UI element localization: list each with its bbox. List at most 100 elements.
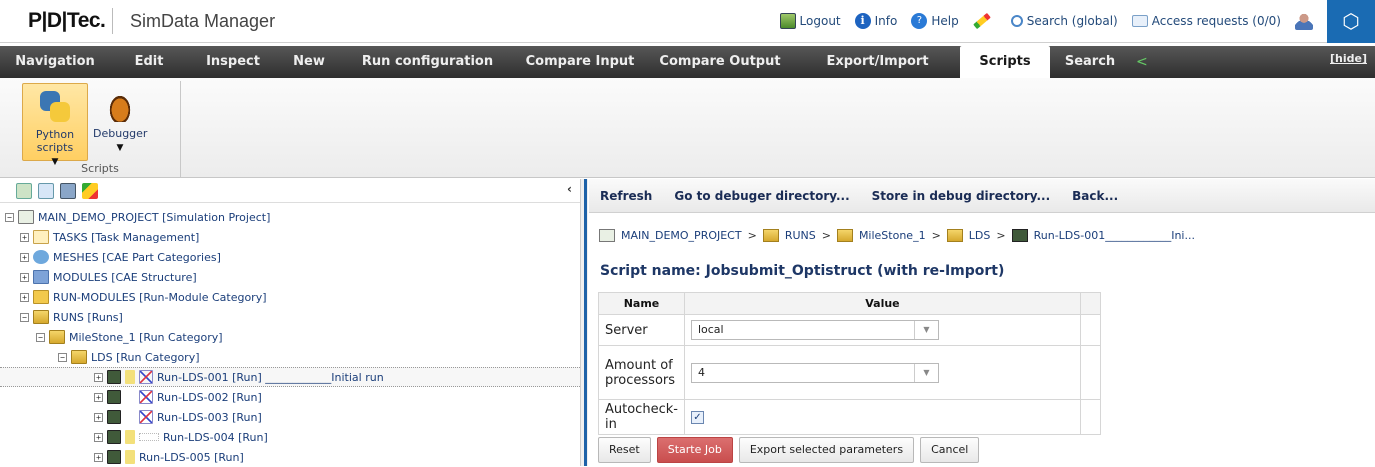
action-buttons: Reset Starte Job Export selected paramet…: [598, 437, 980, 463]
tree-node-selected[interactable]: + Run-LDS-001 [Run] ____________Initial …: [0, 367, 580, 387]
server-select[interactable]: local ▼: [690, 320, 939, 340]
tree-node[interactable]: + Run-LDS-004 [Run]: [0, 427, 580, 447]
panel-splitter[interactable]: [580, 179, 588, 466]
goto-debugger-link[interactable]: Go to debuger directory...: [674, 189, 849, 203]
share-icon[interactable]: <: [1136, 54, 1148, 70]
table-row: Amount of processors 4 ▼: [598, 345, 1101, 400]
cancel-button[interactable]: Cancel: [920, 437, 980, 463]
run-modules-icon: [33, 290, 49, 304]
processors-select[interactable]: 4 ▼: [690, 362, 939, 383]
param-label-processors: Amount of processors: [598, 345, 685, 400]
tree-node-label: Run-LDS-004 [Run]: [163, 430, 268, 444]
breadcrumb-item[interactable]: RUNS: [785, 229, 816, 242]
tree-node[interactable]: + RUN-MODULES [Run-Module Category]: [0, 287, 580, 307]
info-link[interactable]: i Info: [854, 13, 898, 29]
tree-node-label: MileStone_1 [Run Category]: [69, 330, 223, 344]
help-icon: ?: [911, 13, 928, 29]
tree-expander-icon[interactable]: −: [20, 312, 29, 322]
tree-expand-icon[interactable]: [16, 182, 32, 199]
tree-node[interactable]: + TASKS [Task Management]: [0, 227, 580, 247]
tree-expander-icon[interactable]: +: [20, 232, 29, 242]
chevron-down-icon: ▼: [116, 143, 124, 153]
tree-expander-icon[interactable]: −: [5, 212, 14, 222]
breadcrumb-separator: >: [996, 229, 1006, 242]
script-toolbar: Refresh Go to debuger directory... Store…: [589, 179, 1375, 213]
tree-node-label: MODULES [CAE Structure]: [53, 270, 197, 284]
tree-node[interactable]: − RUNS [Runs]: [0, 307, 580, 327]
runs-folder-icon: [33, 310, 49, 324]
debugger-button[interactable]: Debugger ▼: [93, 83, 147, 161]
tree-toolbar: ‹: [0, 179, 580, 203]
user-icon: [1295, 12, 1313, 30]
menu-new[interactable]: New: [278, 46, 340, 78]
python-scripts-button[interactable]: Python scripts ▼: [22, 83, 88, 167]
hide-link[interactable]: [hide]: [1330, 52, 1367, 65]
info-label: Info: [874, 14, 898, 28]
project-icon: [18, 210, 34, 224]
menu-compare-input[interactable]: Compare Input: [515, 46, 645, 78]
run-category-icon: [946, 229, 963, 242]
tree-expander-icon[interactable]: +: [94, 372, 103, 382]
runs-folder-icon: [762, 229, 779, 242]
tree-expander-icon[interactable]: +: [20, 292, 29, 302]
breadcrumb-item[interactable]: MAIN_DEMO_PROJECT: [621, 229, 742, 242]
breadcrumb-item[interactable]: Run-LDS-001____________Ini...: [1034, 229, 1195, 242]
chart-icon: [139, 410, 153, 424]
store-debug-link[interactable]: Store in debug directory...: [872, 189, 1051, 203]
menu-run-configuration[interactable]: Run configuration: [340, 46, 515, 78]
tree-node[interactable]: + Run-LDS-002 [Run]: [0, 387, 580, 407]
tree-expander-icon[interactable]: +: [94, 412, 103, 422]
global-search-link[interactable]: Search (global): [1010, 14, 1118, 28]
tree-node[interactable]: + Run-LDS-005 [Run]: [0, 447, 580, 467]
tree-expander-icon[interactable]: −: [36, 332, 45, 342]
menu-scripts[interactable]: Scripts: [960, 46, 1050, 78]
project-tree: − MAIN_DEMO_PROJECT [Simulation Project]…: [0, 203, 580, 467]
tree-node[interactable]: − MAIN_DEMO_PROJECT [Simulation Project]: [0, 207, 580, 227]
pencil-icon[interactable]: [82, 182, 98, 199]
python-scripts-label: Python scripts: [35, 128, 75, 154]
start-job-button[interactable]: Starte Job: [656, 437, 733, 463]
pencil-link[interactable]: [972, 12, 997, 30]
tree-node[interactable]: + MODULES [CAE Structure]: [0, 267, 580, 287]
export-parameters-button[interactable]: Export selected parameters: [738, 437, 915, 463]
breadcrumb-item[interactable]: MileStone_1: [859, 229, 926, 242]
tree-node[interactable]: + Run-LDS-003 [Run]: [0, 407, 580, 427]
scripts-ribbon-group: Python scripts ▼ Debugger ▼ Scripts: [20, 81, 181, 177]
script-panel: Refresh Go to debuger directory... Store…: [589, 179, 1375, 466]
tree-expander-icon[interactable]: +: [94, 392, 103, 402]
access-requests-link[interactable]: Access requests (0/0): [1131, 14, 1281, 28]
tree-node[interactable]: − LDS [Run Category]: [0, 347, 580, 367]
logout-link[interactable]: Logout: [779, 13, 841, 29]
back-link[interactable]: Back...: [1072, 189, 1118, 203]
help-link[interactable]: ? Help: [911, 13, 959, 29]
tree-node[interactable]: + MESHES [CAE Part Categories]: [0, 247, 580, 267]
breadcrumb-item[interactable]: LDS: [969, 229, 991, 242]
param-label-autocheck: Autocheck-in: [598, 399, 685, 435]
menu-export-import[interactable]: Export/Import: [795, 46, 960, 78]
collapse-panel-icon[interactable]: ‹: [567, 182, 572, 196]
menu-edit[interactable]: Edit: [110, 46, 188, 78]
refresh-link[interactable]: Refresh: [600, 189, 652, 203]
run-icon: [107, 430, 121, 444]
reset-button[interactable]: Reset: [598, 437, 651, 463]
tree-expander-icon[interactable]: +: [94, 432, 103, 442]
menu-navigation[interactable]: Navigation: [0, 46, 110, 78]
mail-icon: [1131, 15, 1148, 27]
app-title: SimData Manager: [130, 11, 276, 31]
autocheck-checkbox[interactable]: ✓: [690, 410, 704, 424]
tree-expander-icon[interactable]: +: [20, 252, 29, 262]
tree-expander-icon[interactable]: −: [58, 352, 67, 362]
user-menu[interactable]: [1295, 12, 1313, 30]
run-category-icon: [49, 330, 65, 344]
cube-button[interactable]: ⬡: [1327, 0, 1375, 43]
tree-expander-icon[interactable]: +: [20, 272, 29, 282]
menu-inspect[interactable]: Inspect: [188, 46, 278, 78]
column-header-extra: [1079, 292, 1101, 315]
menu-compare-output[interactable]: Compare Output: [645, 46, 795, 78]
tree-node[interactable]: − MileStone_1 [Run Category]: [0, 327, 580, 347]
tree-collapse-icon[interactable]: [38, 182, 54, 199]
save-icon[interactable]: [60, 182, 76, 199]
tree-expander-icon[interactable]: +: [94, 452, 103, 462]
menu-search[interactable]: Search: [1050, 46, 1130, 78]
param-label-server: Server: [598, 314, 685, 346]
